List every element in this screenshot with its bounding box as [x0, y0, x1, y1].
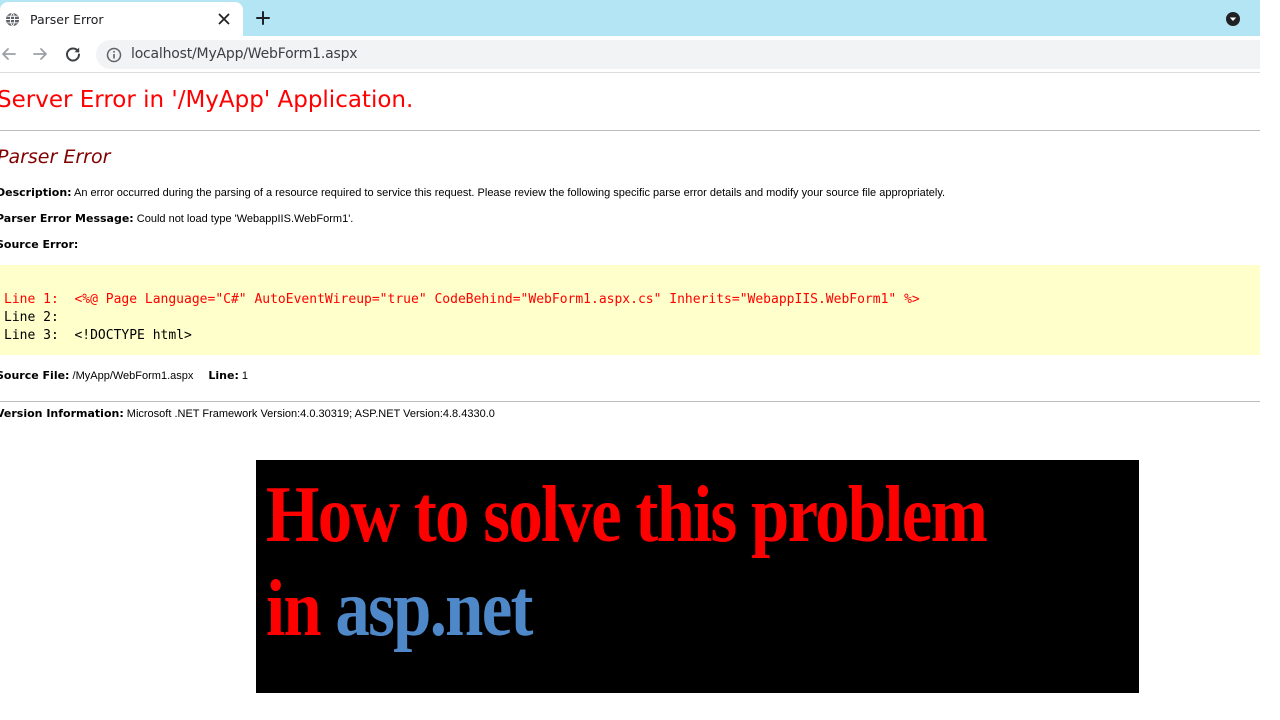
- back-arrow-icon[interactable]: [0, 45, 18, 63]
- banner-prefix: in: [266, 565, 336, 653]
- line-value: 1: [238, 370, 249, 382]
- address-bar[interactable]: localhost/MyApp/WebForm1.aspx: [96, 40, 1260, 69]
- reload-icon[interactable]: [64, 45, 82, 63]
- banner-accent-text: asp.net: [335, 565, 533, 653]
- banner-subline: in asp.net: [266, 564, 533, 655]
- error-message-label: Parser Error Message:: [0, 212, 134, 225]
- error-message-text: Could not load type 'WebappIIS.WebForm1'…: [133, 213, 354, 225]
- version-label: Version Information:: [0, 407, 124, 420]
- version-info-line: Version Information: Microsoft .NET Fram…: [0, 407, 495, 420]
- version-text: Microsoft .NET Framework Version:4.0.303…: [123, 408, 495, 420]
- description-text: An error occurred during the parsing of …: [71, 187, 946, 199]
- description-line: Description: An error occurred during th…: [0, 186, 945, 199]
- browser-tab[interactable]: Parser Error: [0, 2, 243, 36]
- error-type-heading: Parser Error: [0, 146, 111, 168]
- line-label: Line:: [208, 369, 239, 382]
- forward-arrow-icon[interactable]: [31, 45, 49, 63]
- divider: [0, 401, 1260, 402]
- source-error-label: Source Error:: [0, 238, 79, 251]
- source-file-label: Source File:: [0, 369, 70, 382]
- source-code-box: Line 1: <%@ Page Language="C#" AutoEvent…: [0, 265, 1260, 355]
- description-label: Description:: [0, 186, 72, 199]
- page-title: Server Error in '/MyApp' Application.: [0, 87, 414, 113]
- globe-icon: [5, 12, 20, 27]
- browser-toolbar: localhost/MyApp/WebForm1.aspx: [0, 36, 1260, 73]
- code-line: Line 3: <!DOCTYPE html>: [4, 328, 192, 343]
- tab-strip: Parser Error: [0, 0, 1260, 36]
- dropdown-icon[interactable]: [1225, 11, 1241, 27]
- source-error-line: Source Error:: [0, 238, 78, 251]
- source-file-value: /MyApp/WebForm1.aspx: [69, 370, 194, 382]
- plus-icon[interactable]: [255, 10, 271, 26]
- code-line: Line 1: <%@ Page Language="C#" AutoEvent…: [4, 292, 920, 307]
- code-line: Line 2:: [4, 310, 59, 325]
- tab-title: Parser Error: [30, 12, 104, 27]
- banner-headline: How to solve this problem: [266, 471, 988, 559]
- url-text[interactable]: localhost/MyApp/WebForm1.aspx: [131, 46, 358, 62]
- error-message-line: Parser Error Message: Could not load typ…: [0, 212, 353, 225]
- promo-banner: How to solve this problem in asp.net: [256, 460, 1139, 693]
- info-icon[interactable]: [106, 47, 122, 63]
- divider: [0, 130, 1260, 131]
- source-file-line: Source File: /MyApp/WebForm1.aspx Line: 1: [0, 369, 248, 382]
- close-icon[interactable]: [216, 11, 232, 27]
